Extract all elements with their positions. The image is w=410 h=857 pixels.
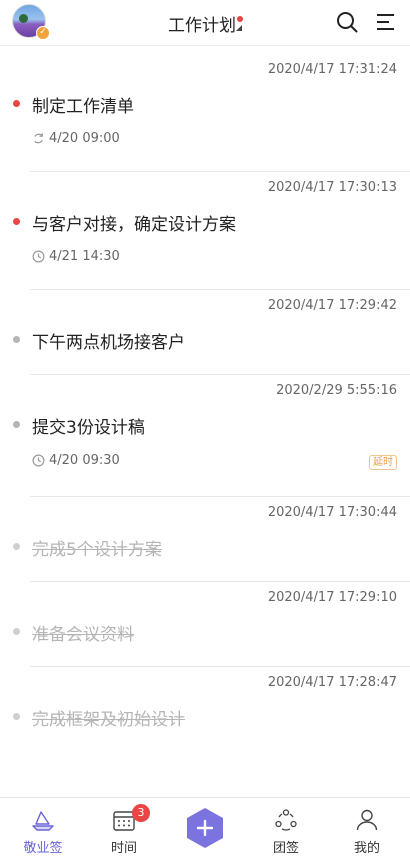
status-dot (13, 218, 20, 225)
status-dot (13, 543, 20, 550)
menu-icon[interactable] (374, 11, 396, 33)
notification-dot (237, 16, 243, 22)
task-timestamp: 2020/4/17 17:29:10 (267, 590, 397, 605)
status-dot (13, 628, 20, 635)
task-reminder-time: 4/21 14:30 (49, 249, 120, 264)
task-title: 完成框架及初始设计 (32, 710, 185, 730)
user-icon (356, 809, 378, 831)
task-list: 2020/4/17 17:31:24 制定工作清单 4/20 09:00 202… (0, 46, 410, 752)
task-reminder: 4/21 14:30 (32, 249, 120, 264)
tab-label: 时间 (110, 841, 137, 856)
tab-jingyeqian[interactable]: 敬业签 (2, 798, 84, 857)
task-timestamp: 2020/4/17 17:29:42 (267, 298, 397, 313)
task-item[interactable]: 2020/4/17 17:30:44 完成5个设计方案 (0, 497, 410, 582)
task-timestamp: 2020/4/17 17:31:24 (267, 62, 397, 77)
tab-label: 我的 (353, 841, 380, 856)
task-item[interactable]: 2020/4/17 17:31:24 制定工作清单 4/20 09:00 (0, 46, 410, 172)
delay-tag: 延时 (369, 455, 397, 470)
status-dot (13, 421, 20, 428)
tab-tuanqian[interactable]: 团签 (245, 798, 327, 857)
task-timestamp: 2020/2/29 5:55:16 (276, 383, 397, 398)
task-title: 准备会议资料 (32, 625, 134, 645)
task-title: 完成5个设计方案 (32, 540, 162, 560)
bottom-tab-bar: 敬业签 3 时间 团签 我的 (0, 797, 410, 857)
task-item[interactable]: 2020/4/17 17:29:42 下午两点机场接客户 (0, 290, 410, 375)
task-reminder-time: 4/20 09:00 (49, 131, 120, 146)
task-title: 制定工作清单 (32, 97, 134, 117)
top-bar: ✓ 工作计划 (0, 0, 410, 46)
tab-mine[interactable]: 我的 (326, 798, 408, 857)
repeat-icon (34, 133, 43, 144)
task-timestamp: 2020/4/17 17:30:44 (267, 505, 397, 520)
task-reminder: 4/20 09:00 (32, 131, 120, 146)
task-item[interactable]: 2020/4/17 17:28:47 完成框架及初始设计 (0, 667, 410, 752)
task-item[interactable]: 2020/2/29 5:55:16 提交3份设计稿 4/20 09:30 延时 (0, 375, 410, 497)
group-icon (275, 809, 297, 831)
dropdown-triangle-icon (236, 25, 242, 31)
task-reminder-time: 4/20 09:30 (49, 453, 120, 468)
task-title: 下午两点机场接客户 (32, 333, 185, 353)
task-timestamp: 2020/4/17 17:28:47 (267, 675, 397, 690)
task-title: 提交3份设计稿 (32, 418, 145, 438)
task-item[interactable]: 2020/4/17 17:29:10 准备会议资料 (0, 582, 410, 667)
task-timestamp: 2020/4/17 17:30:13 (267, 180, 397, 195)
clock-icon (32, 250, 45, 263)
task-title: 与客户对接，确定设计方案 (32, 215, 236, 235)
search-icon[interactable] (336, 11, 358, 33)
clock-icon (32, 454, 45, 467)
status-dot (13, 336, 20, 343)
task-item[interactable]: 2020/4/17 17:30:13 与客户对接，确定设计方案 4/21 14:… (0, 172, 410, 290)
tab-time[interactable]: 3 时间 (83, 798, 165, 857)
status-dot (13, 713, 20, 720)
tab-label: 敬业签 (23, 841, 63, 856)
tab-label: 团签 (272, 841, 299, 856)
task-reminder: 4/20 09:30 (32, 453, 120, 468)
add-button[interactable] (184, 807, 226, 849)
boat-icon (32, 811, 54, 831)
tab-badge: 3 (132, 804, 150, 822)
page-title: 工作计划 (168, 16, 236, 36)
status-dot (13, 100, 20, 107)
